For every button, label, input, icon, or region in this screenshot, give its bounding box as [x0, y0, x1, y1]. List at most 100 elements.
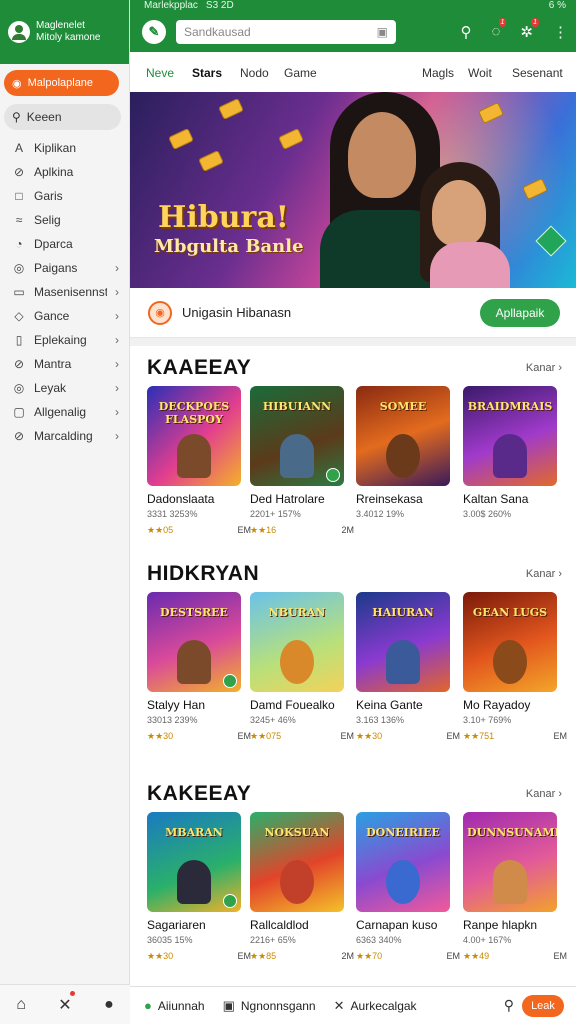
banner-subtitle: Mbgulta Banle: [154, 236, 304, 257]
card-title: Ded Hatrolare: [250, 492, 325, 506]
tab-nodo[interactable]: Nodo: [240, 66, 269, 80]
thumbnail-character: [280, 640, 314, 684]
more-icon[interactable]: ⋮: [553, 23, 568, 41]
card-rating: ★★05 EM: [147, 525, 251, 535]
menu-item-icon: ⊘: [13, 165, 25, 179]
game-card[interactable]: BRAIDMRAIS Kaltan Sana 3.00$ 260%: [463, 386, 557, 519]
card-meta: 4.00+ 167%: [463, 935, 512, 945]
home-icon[interactable]: ⌂: [16, 996, 26, 1014]
game-card[interactable]: HIBUIANN Ded Hatrolare 2201+ 157% ★★16 2M: [250, 386, 354, 536]
card-rating: ★★16 2M: [250, 525, 354, 535]
tab-woit[interactable]: Woit: [468, 66, 492, 80]
thumbnail-character: [493, 640, 527, 684]
thumbnail-title: DUNNSUNAMINE: [467, 826, 557, 839]
profile-icon[interactable]: ●: [104, 996, 114, 1014]
game-card[interactable]: NBURAN Damd Fouealko 3245+ 46% ★★075 EM: [250, 592, 354, 742]
bottom-nav-item[interactable]: ● Aiiunnah: [144, 998, 205, 1013]
game-section: HIDKRYAN Kanar › DESTSREE Stalyy Han 330…: [130, 552, 576, 752]
coin-icon: [168, 128, 194, 150]
game-card[interactable]: HAIURAN Keina Gante 3.163 136% ★★30 EM: [356, 592, 460, 742]
card-rating: ★★49 EM: [463, 951, 567, 961]
menu-item-icon: ▢: [13, 405, 25, 419]
hero-banner[interactable]: Hibura! Mbgulta Banle: [130, 92, 576, 288]
card-rating: ★★30 EM: [147, 731, 251, 741]
sidebar-item[interactable]: ⊘ Aplkina: [0, 160, 129, 184]
section-header: HIDKRYAN Kanar ›: [130, 552, 576, 592]
game-card[interactable]: NOKSUAN Rallcaldlod 2216+ 65% ★★85 2M: [250, 812, 354, 962]
settings-icon[interactable]: ✲ 1: [520, 18, 539, 41]
app-logo[interactable]: ✎: [142, 20, 166, 44]
sidebar-item-label: Leyak: [34, 381, 67, 395]
sidebar-item[interactable]: ◇ Gance ›: [0, 304, 129, 328]
sidebar-item-label: Kiplikan: [34, 141, 77, 155]
play-icon: [223, 894, 237, 908]
search-input[interactable]: Sandkausad ▣: [176, 20, 396, 44]
card-title: Carnapan kuso: [356, 918, 438, 932]
game-card[interactable]: SOMEE Rreinsekasa 3.4012 19%: [356, 386, 450, 519]
sidebar-item-label: Dparca: [34, 237, 73, 251]
game-thumbnail: NOKSUAN: [250, 812, 344, 912]
top-bar: Marlekpplac S3 2D 6 % ✎ Sandkausad ▣ ⚲ ◌…: [130, 0, 576, 52]
section-more-link[interactable]: Kanar ›: [526, 362, 562, 374]
sidebar-item[interactable]: ⊘ Mantra ›: [0, 352, 129, 376]
game-card[interactable]: DECKPOES FLASPOY Dadonslaata 3331 3253% …: [147, 386, 251, 536]
game-card[interactable]: MBARAN Sagariaren 36035 15% ★★30 EM: [147, 812, 251, 962]
search-icon[interactable]: ⚲: [504, 997, 514, 1014]
tab-magls[interactable]: Magls: [422, 66, 454, 80]
notification-icon[interactable]: ◌ 1: [492, 18, 507, 41]
sidebar-item[interactable]: ▯ Eplekaing ›: [0, 328, 129, 352]
bottom-nav-item[interactable]: ▣ Ngnonnsgann: [223, 998, 316, 1014]
sidebar-item[interactable]: A Kiplikan: [0, 136, 129, 160]
tab-game[interactable]: Game: [284, 66, 317, 80]
card-title: Kaltan Sana: [463, 492, 529, 506]
sidebar-item-label: Marcalding: [34, 429, 93, 443]
bottom-action-button[interactable]: Leak: [522, 994, 564, 1017]
sidebar-item[interactable]: ◎ Leyak ›: [0, 376, 129, 400]
search-icon[interactable]: ⚲: [461, 23, 472, 41]
sidebar-item-label: Masenisennst: [34, 285, 107, 299]
promo-strip: ◉ Unigasin Hibanasn Apllapaik: [130, 288, 576, 338]
woman-face: [348, 112, 416, 198]
chevron-right-icon: ›: [115, 285, 119, 299]
sidebar-search[interactable]: ⚲ Keeen: [4, 104, 121, 130]
sidebar-item[interactable]: ≈ Selig: [0, 208, 129, 232]
game-thumbnail: DECKPOES FLASPOY: [147, 386, 241, 486]
play-icon: [326, 468, 340, 482]
sidebar-item[interactable]: ⊘ Marcalding ›: [0, 424, 129, 448]
bottom-nav-item[interactable]: ✕ Aurkecalgak: [334, 998, 417, 1014]
thumbnail-character: [493, 434, 527, 478]
game-card[interactable]: DUNNSUNAMINE Ranpe hlapkn 4.00+ 167% ★★4…: [463, 812, 567, 962]
game-card[interactable]: DESTSREE Stalyy Han 33013 239% ★★30 EM: [147, 592, 251, 742]
sidebar-item[interactable]: □ Garis: [0, 184, 129, 208]
card-title: Keina Gante: [356, 698, 423, 712]
settings-badge: 1: [531, 18, 539, 27]
section-more-link[interactable]: Kanar ›: [526, 568, 562, 580]
menu-item-icon: ◎: [13, 261, 25, 275]
section-title: KAAEEAY: [147, 356, 252, 379]
menu-item-icon: ◇: [14, 309, 24, 323]
promo-icon: ◉: [148, 300, 172, 325]
sidebar-item[interactable]: ▢ Allgenalig ›: [0, 400, 129, 424]
sidebar-item[interactable]: ◎ Paigans ›: [0, 256, 129, 280]
tab-sesenant[interactable]: Sesenant: [512, 66, 563, 80]
promo-button[interactable]: Apllapaik: [480, 298, 560, 327]
thumbnail-title: HAIURAN: [372, 606, 434, 619]
menu-item-icon: □: [15, 189, 23, 203]
section-title: HIDKRYAN: [147, 562, 260, 585]
tab-neve[interactable]: Neve: [146, 66, 174, 80]
sidebar-cta-label: Malpolaplane: [27, 77, 94, 89]
card-meta: 2216+ 65%: [250, 935, 296, 945]
thumbnail-title: MBARAN: [165, 826, 223, 839]
status-carrier: Marlekpplac: [144, 0, 198, 11]
avatar[interactable]: [8, 21, 30, 43]
thumbnail-character: [280, 860, 314, 904]
tools-icon[interactable]: ✕: [58, 990, 75, 1015]
thumbnail-character: [386, 640, 420, 684]
section-more-link[interactable]: Kanar ›: [526, 788, 562, 800]
game-card[interactable]: GEAN LUGS Mo Rayadoy 3.10+ 769% ★★751 EM: [463, 592, 567, 742]
tab-stars[interactable]: Stars: [192, 66, 222, 80]
sidebar-cta-button[interactable]: ◉ Malpolaplane: [4, 70, 119, 96]
sidebar-item[interactable]: ◔ Dparca: [0, 232, 129, 256]
sidebar-item[interactable]: ▭ Masenisennst ›: [0, 280, 129, 304]
game-card[interactable]: DONEIRIEE Carnapan kuso 6363 340% ★★70 EM: [356, 812, 460, 962]
